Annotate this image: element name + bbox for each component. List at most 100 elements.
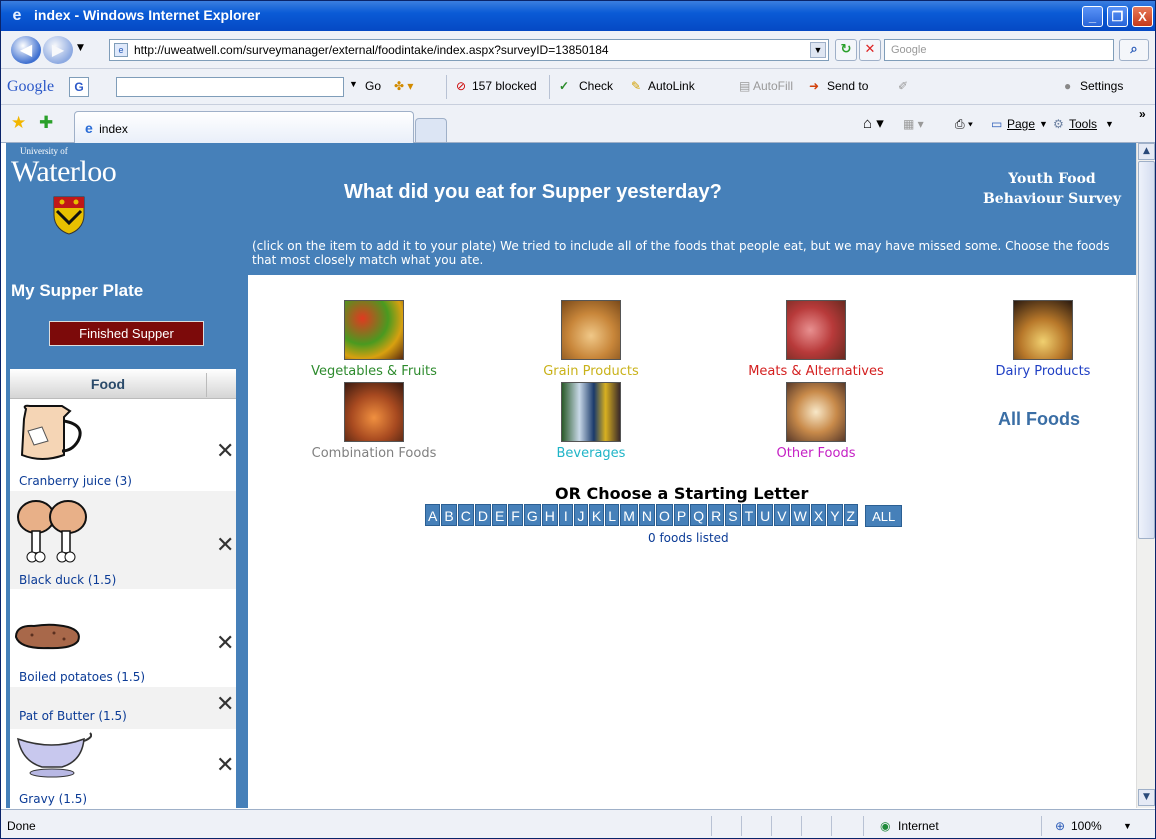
letter-button-r[interactable]: R <box>708 504 725 526</box>
search-input[interactable]: Google <box>884 39 1114 61</box>
remove-item-button[interactable]: ✕ <box>216 439 234 464</box>
status-divider <box>1041 816 1042 836</box>
tab-index[interactable]: e index <box>74 111 414 143</box>
letter-button-z[interactable]: Z <box>843 504 859 526</box>
letter-button-u[interactable]: U <box>757 504 774 526</box>
category-vegetables-fruits[interactable]: Vegetables & Fruits <box>279 300 469 379</box>
category-label: Dairy Products <box>995 364 1091 379</box>
stop-icon[interactable]: ✕ <box>859 39 881 61</box>
send-to-button[interactable]: Send to <box>827 79 868 93</box>
home-icon[interactable]: ⌂ ▾ <box>863 114 884 132</box>
google-logo[interactable]: Google <box>7 78 54 96</box>
letter-button-b[interactable]: B <box>441 504 457 526</box>
plate-item[interactable]: ✕ Gravy (1.5) <box>10 729 236 808</box>
favorites-star-icon[interactable]: ★ <box>11 113 26 133</box>
new-tab-button[interactable] <box>415 118 447 142</box>
page-menu-button[interactable]: Page <box>1007 117 1035 131</box>
letter-button-i[interactable]: I <box>558 504 573 526</box>
letter-button-x[interactable]: X <box>810 504 827 526</box>
letter-button-f[interactable]: F <box>508 504 523 526</box>
letter-button-y[interactable]: Y <box>827 504 843 526</box>
category-beverages[interactable]: Beverages <box>541 382 641 461</box>
address-input[interactable]: e http://uweatwell.com/surveymanager/ext… <box>109 39 829 61</box>
go-button[interactable]: Go <box>365 79 381 93</box>
category-dairy-products[interactable]: Dairy Products <box>973 300 1113 379</box>
letter-button-o[interactable]: O <box>656 504 673 526</box>
refresh-icon[interactable]: ↻ <box>835 39 857 61</box>
status-divider <box>801 816 802 836</box>
letter-button-n[interactable]: N <box>638 504 655 526</box>
history-dropdown-icon[interactable]: ▼ <box>77 43 84 53</box>
category-other-foods[interactable]: Other Foods <box>756 382 876 461</box>
letter-button-v[interactable]: V <box>774 504 790 526</box>
plate-item[interactable]: ✕ Black duck (1.5) <box>10 491 236 589</box>
letter-button-d[interactable]: D <box>474 504 491 526</box>
beverages-photo <box>561 382 621 442</box>
address-dropdown-icon[interactable]: ▼ <box>810 42 826 58</box>
letter-button-q[interactable]: Q <box>690 504 708 526</box>
letter-button-w[interactable]: W <box>790 504 810 526</box>
letter-button-a[interactable]: A <box>425 504 441 526</box>
remove-item-button[interactable]: ✕ <box>216 631 234 656</box>
google-search-input[interactable] <box>116 77 344 97</box>
highlight-icon[interactable]: ✐ <box>898 79 908 93</box>
remove-item-button[interactable]: ✕ <box>216 692 234 717</box>
popup-blocked-count[interactable]: 157 blocked <box>472 79 537 93</box>
remove-item-button[interactable]: ✕ <box>216 533 234 558</box>
letter-button-j[interactable]: J <box>573 504 588 526</box>
finished-supper-button[interactable]: Finished Supper <box>49 321 204 346</box>
check-button[interactable]: Check <box>579 79 613 93</box>
letter-button-l[interactable]: L <box>605 504 620 526</box>
google-search-dropdown-icon[interactable]: ▼ <box>349 79 358 89</box>
tools-menu-button[interactable]: Tools <box>1069 117 1097 131</box>
header-divider <box>206 373 207 397</box>
survey-title-line1: Youth Food <box>1008 171 1096 187</box>
scroll-thumb[interactable] <box>1138 161 1155 539</box>
search-icon[interactable]: ⌕ <box>1119 39 1149 61</box>
settings-button[interactable]: Settings <box>1080 79 1123 93</box>
letter-button-k[interactable]: K <box>588 504 605 526</box>
toolbar-separator <box>446 75 447 99</box>
letter-button-s[interactable]: S <box>725 504 741 526</box>
letter-button-h[interactable]: H <box>541 504 558 526</box>
globe-icon: ◉ <box>880 819 891 833</box>
status-divider <box>771 816 772 836</box>
all-foods-link[interactable]: All Foods <box>998 409 1080 430</box>
letter-button-c[interactable]: C <box>457 504 474 526</box>
forward-button[interactable]: ▶ <box>43 36 73 64</box>
letter-button-m[interactable]: M <box>620 504 638 526</box>
minimize-button[interactable]: _ <box>1082 6 1103 27</box>
plate-item[interactable]: ✕ Boiled potatoes (1.5) <box>10 589 236 687</box>
popup-blocker-icon: ⊘ <box>456 79 467 93</box>
letter-button-all[interactable]: ALL <box>865 505 903 527</box>
tab-ie-icon: e <box>85 120 93 136</box>
survey-title-line2: Behaviour Survey <box>982 191 1122 207</box>
toolbar-overflow-icon[interactable]: » <box>1139 107 1146 121</box>
restore-button[interactable]: ❐ <box>1107 6 1128 27</box>
back-button[interactable]: ◀ <box>11 36 41 64</box>
close-window-button[interactable]: X <box>1132 6 1153 27</box>
letter-button-e[interactable]: E <box>491 504 508 526</box>
letter-button-t[interactable]: T <box>741 504 757 526</box>
feeds-icon[interactable]: ▦ ▾ <box>903 117 924 131</box>
zoom-level[interactable]: 100% <box>1071 819 1102 833</box>
letter-button-g[interactable]: G <box>523 504 541 526</box>
zoom-dropdown-icon[interactable]: ▼ <box>1123 821 1132 831</box>
category-meats-alternatives[interactable]: Meats & Alternatives <box>726 300 906 379</box>
scroll-up-icon[interactable]: ▲ <box>1138 143 1155 160</box>
puzzle-icon[interactable]: ✤ ▾ <box>394 79 413 93</box>
remove-item-button[interactable]: ✕ <box>216 753 234 778</box>
scroll-down-icon[interactable]: ▼ <box>1138 789 1155 806</box>
category-grain-products[interactable]: Grain Products <box>516 300 666 379</box>
vertical-scrollbar[interactable]: ▲ ▼ <box>1136 143 1155 808</box>
category-combination-foods[interactable]: Combination Foods <box>291 382 457 461</box>
plate-item[interactable]: ✕ Cranberry juice (3) <box>10 399 236 491</box>
print-icon[interactable]: ⎙ ▾ <box>955 117 973 132</box>
add-favorites-icon[interactable]: ✚ <box>39 113 53 133</box>
autolink-button[interactable]: AutoLink <box>648 79 695 93</box>
autofill-button[interactable]: AutoFill <box>753 79 793 93</box>
plate-item[interactable]: ✕ Pat of Butter (1.5) <box>10 687 236 729</box>
google-g-icon[interactable]: G <box>69 77 89 97</box>
letter-button-p[interactable]: P <box>673 504 690 526</box>
vegetables-fruits-photo <box>344 300 404 360</box>
